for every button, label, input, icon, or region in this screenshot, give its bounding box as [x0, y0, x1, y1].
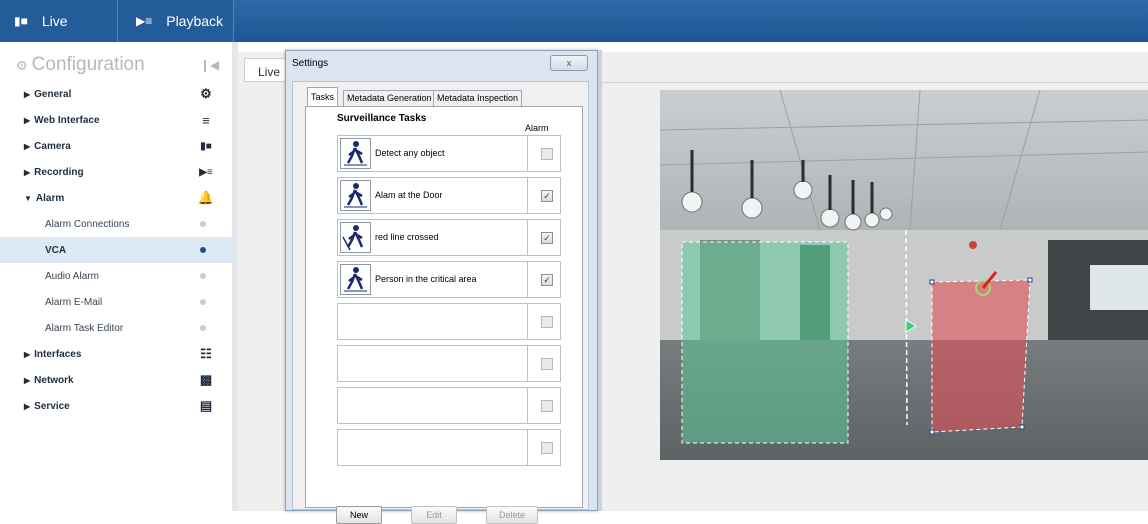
delete-button[interactable]: Delete	[486, 506, 538, 524]
close-button[interactable]: x	[550, 55, 588, 71]
status-dot-icon	[200, 299, 206, 305]
sidebar-item-network[interactable]: ▶ Network ▩	[0, 367, 232, 393]
sidebar-subitem-alarm-task-editor[interactable]: Alarm Task Editor	[0, 315, 232, 341]
network-icon: ▩	[199, 372, 213, 387]
person-detection-icon	[340, 138, 371, 169]
task-row[interactable]: Detect any object	[337, 135, 561, 172]
camera-icon: ▮■	[200, 140, 212, 152]
expand-arrow-icon: ▶	[24, 141, 31, 151]
alarm-checkbox[interactable]	[541, 316, 553, 328]
sidebar-item-web-interface[interactable]: ▶ Web Interface ≡	[0, 107, 232, 133]
task-label: Person in the critical area	[375, 274, 477, 284]
expand-arrow-icon: ▶	[24, 375, 31, 385]
row-divider	[527, 262, 528, 297]
alarm-checkbox-checked[interactable]: ✓	[541, 274, 553, 286]
playback-icon: ▶≡	[136, 14, 153, 28]
empty-task-row[interactable]	[337, 345, 561, 382]
panel-title: Surveillance Tasks	[337, 113, 427, 124]
dialog-body: Tasks Metadata Generation Metadata Inspe…	[292, 81, 589, 524]
sidebar: ⚙ Configuration ❙◀ ▶ General ⚙ ▶ Web Inte…	[0, 42, 232, 511]
row-divider	[527, 220, 528, 255]
empty-task-row[interactable]	[337, 429, 561, 466]
row-divider	[527, 136, 528, 171]
row-divider	[527, 430, 528, 465]
sidebar-item-recording[interactable]: ▶ Recording ▶≡	[0, 159, 232, 185]
settings-dialog: Settings x Tasks Metadata Generation Met…	[285, 50, 598, 524]
expand-arrow-icon: ▶	[24, 115, 31, 125]
sidebar-item-service[interactable]: ▶ Service ▤	[0, 393, 232, 419]
task-label: red line crossed	[375, 232, 439, 242]
sidebar-subitem-alarm-email[interactable]: Alarm E-Mail	[0, 289, 232, 315]
status-dot-icon	[200, 325, 206, 331]
empty-task-row[interactable]	[337, 387, 561, 424]
close-icon: x	[566, 58, 572, 68]
camera-icon: ▮■	[14, 14, 28, 28]
camera-view[interactable]	[660, 90, 1148, 460]
tasks-panel: Surveillance Tasks Alarm Detect any obje…	[305, 106, 583, 508]
status-dot-icon	[200, 247, 206, 253]
top-bar: ▮■ Live ▶≡ Playback	[0, 0, 1148, 42]
new-button[interactable]: New	[336, 506, 382, 524]
task-row[interactable]: Person in the critical area ✓	[337, 261, 561, 298]
person-detection-icon	[340, 180, 371, 211]
playback-button[interactable]: ▶≡ Playback	[118, 0, 234, 42]
tab-metadata-generation[interactable]: Metadata Generation	[343, 90, 436, 107]
sidebar-item-general[interactable]: ▶ General ⚙	[0, 81, 232, 107]
empty-task-row[interactable]	[337, 303, 561, 340]
expand-arrow-icon: ▶	[24, 349, 31, 359]
collapse-arrow-icon: ▼	[24, 193, 32, 203]
camera-scene	[660, 90, 1148, 460]
task-label: Detect any object	[375, 148, 445, 158]
person-in-area-icon	[340, 264, 371, 295]
alarm-checkbox-checked[interactable]: ✓	[541, 190, 553, 202]
status-dot-icon	[200, 221, 206, 227]
sidebar-item-camera[interactable]: ▶ Camera ▮■	[0, 133, 232, 159]
service-icon: ▤	[199, 398, 213, 413]
dialog-title: Settings	[292, 58, 329, 69]
alarm-checkbox[interactable]	[541, 400, 553, 412]
alarm-checkbox[interactable]	[541, 358, 553, 370]
green-detection-zone	[681, 241, 849, 444]
expand-arrow-icon: ▶	[24, 401, 31, 411]
alarm-checkbox[interactable]	[541, 148, 553, 160]
bell-icon: 🔔	[197, 190, 215, 205]
task-row[interactable]: Alam at the Door ✓	[337, 177, 561, 214]
dialog-edge	[598, 50, 602, 511]
playback-button-label: Playback	[166, 13, 224, 29]
menu-icon: ≡	[202, 112, 210, 128]
alarm-column-header: Alarm	[525, 123, 549, 133]
status-dot-icon	[200, 273, 206, 279]
tab-tasks[interactable]: Tasks	[307, 87, 339, 107]
tab-metadata-inspection[interactable]: Metadata Inspection	[433, 90, 523, 107]
alarm-checkbox-checked[interactable]: ✓	[541, 232, 553, 244]
row-divider	[527, 388, 528, 423]
line-crossing-icon	[340, 222, 371, 253]
collapse-sidebar-icon[interactable]: ❙◀	[200, 58, 219, 72]
edit-button[interactable]: Edit	[411, 506, 457, 524]
recording-icon: ▶≡	[199, 166, 213, 178]
alarm-checkbox[interactable]	[541, 442, 553, 454]
interfaces-icon: ☷	[200, 346, 212, 361]
live-button-label: Live	[41, 13, 68, 29]
sidebar-item-alarm[interactable]: ▼ Alarm 🔔	[0, 185, 232, 211]
expand-arrow-icon: ▶	[24, 89, 31, 99]
row-divider	[527, 178, 528, 213]
expand-arrow-icon: ▶	[24, 167, 31, 177]
row-divider	[527, 304, 528, 339]
config-gear-icon: ⚙	[16, 58, 28, 73]
configuration-title: ⚙ Configuration	[16, 54, 145, 75]
task-label: Alam at the Door	[375, 190, 443, 200]
row-divider	[527, 346, 528, 381]
sidebar-subitem-audio-alarm[interactable]: Audio Alarm	[0, 263, 232, 289]
gear-icon: ⚙	[200, 86, 212, 101]
sidebar-subitem-alarm-connections[interactable]: Alarm Connections	[0, 211, 232, 237]
sidebar-subitem-vca[interactable]: VCA	[0, 237, 232, 263]
sidebar-item-interfaces[interactable]: ▶ Interfaces ☷	[0, 341, 232, 367]
red-detection-zone	[931, 279, 1031, 433]
task-row[interactable]: red line crossed ✓	[337, 219, 561, 256]
live-button[interactable]: ▮■ Live	[0, 0, 118, 42]
